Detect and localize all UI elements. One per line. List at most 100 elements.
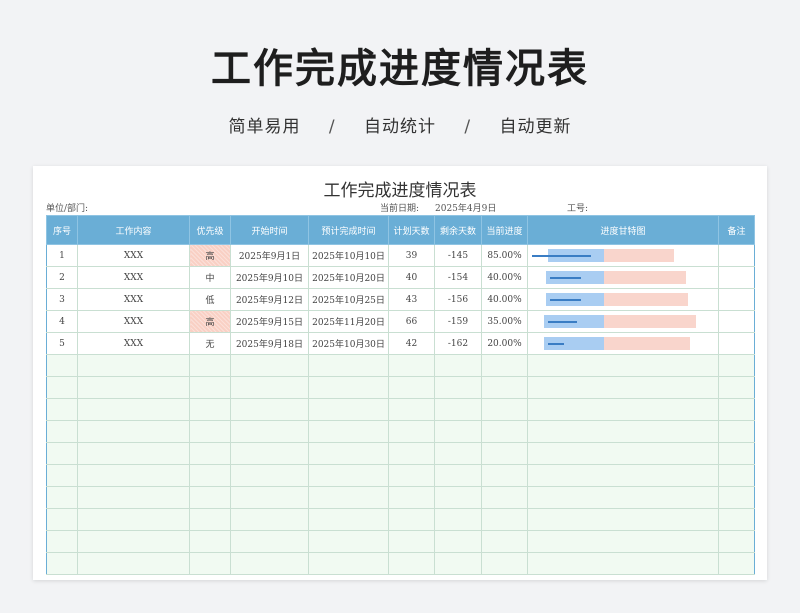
empty-cell[interactable] [388, 398, 435, 421]
cell-priority[interactable]: 高 [189, 244, 231, 267]
empty-cell[interactable] [230, 420, 309, 443]
empty-cell[interactable] [189, 508, 231, 531]
empty-cell[interactable] [77, 420, 190, 443]
empty-cell[interactable] [189, 420, 231, 443]
empty-cell[interactable] [46, 486, 78, 509]
header-gantt[interactable]: 进度甘特图 [527, 215, 719, 245]
empty-cell[interactable] [481, 354, 528, 377]
cell-plan-days[interactable]: 42 [388, 332, 435, 355]
empty-cell[interactable] [434, 486, 482, 509]
empty-cell[interactable] [189, 398, 231, 421]
cell-progress[interactable]: 85.00% [481, 244, 528, 267]
empty-cell[interactable] [189, 552, 231, 575]
empty-cell[interactable] [46, 420, 78, 443]
empty-cell[interactable] [718, 442, 755, 465]
empty-cell[interactable] [46, 398, 78, 421]
cell-notes[interactable] [718, 332, 755, 355]
cell-start[interactable]: 2025年9月1日 [230, 244, 309, 267]
empty-cell[interactable] [46, 354, 78, 377]
header-notes[interactable]: 备注 [718, 215, 755, 245]
empty-cell[interactable] [46, 376, 78, 399]
empty-cell[interactable] [481, 420, 528, 443]
cell-no[interactable]: 1 [46, 244, 78, 267]
cell-end[interactable]: 2025年10月20日 [308, 266, 389, 289]
empty-cell[interactable] [527, 354, 719, 377]
cell-end[interactable]: 2025年10月10日 [308, 244, 389, 267]
empty-cell[interactable] [481, 508, 528, 531]
empty-cell[interactable] [46, 552, 78, 575]
empty-cell[interactable] [308, 420, 389, 443]
empty-cell[interactable] [527, 508, 719, 531]
empty-cell[interactable] [718, 464, 755, 487]
empty-cell[interactable] [434, 398, 482, 421]
empty-cell[interactable] [388, 376, 435, 399]
cell-progress[interactable]: 35.00% [481, 310, 528, 333]
cell-progress[interactable]: 40.00% [481, 266, 528, 289]
cell-content[interactable]: XXX [77, 266, 190, 289]
cell-end[interactable]: 2025年11月20日 [308, 310, 389, 333]
cell-remain-days[interactable]: -162 [434, 332, 482, 355]
empty-cell[interactable] [77, 486, 190, 509]
empty-cell[interactable] [527, 486, 719, 509]
cell-content[interactable]: XXX [77, 332, 190, 355]
header-no[interactable]: 序号 [46, 215, 78, 245]
empty-cell[interactable] [481, 530, 528, 553]
cell-plan-days[interactable]: 39 [388, 244, 435, 267]
empty-cell[interactable] [481, 464, 528, 487]
cell-notes[interactable] [718, 244, 755, 267]
cell-remain-days[interactable]: -156 [434, 288, 482, 311]
empty-cell[interactable] [388, 530, 435, 553]
header-remain-days[interactable]: 剩余天数 [434, 215, 482, 245]
empty-cell[interactable] [77, 508, 190, 531]
empty-cell[interactable] [434, 420, 482, 443]
empty-cell[interactable] [230, 508, 309, 531]
empty-cell[interactable] [388, 442, 435, 465]
empty-cell[interactable] [77, 552, 190, 575]
empty-cell[interactable] [189, 464, 231, 487]
header-content[interactable]: 工作内容 [77, 215, 190, 245]
empty-cell[interactable] [46, 464, 78, 487]
empty-cell[interactable] [230, 442, 309, 465]
empty-cell[interactable] [308, 376, 389, 399]
header-plan-days[interactable]: 计划天数 [388, 215, 435, 245]
empty-cell[interactable] [527, 552, 719, 575]
cell-remain-days[interactable]: -145 [434, 244, 482, 267]
cell-notes[interactable] [718, 266, 755, 289]
empty-cell[interactable] [718, 398, 755, 421]
header-priority[interactable]: 优先级 [189, 215, 231, 245]
header-end[interactable]: 预计完成时间 [308, 215, 389, 245]
cell-content[interactable]: XXX [77, 244, 190, 267]
cell-start[interactable]: 2025年9月18日 [230, 332, 309, 355]
empty-cell[interactable] [77, 398, 190, 421]
empty-cell[interactable] [718, 376, 755, 399]
empty-cell[interactable] [527, 398, 719, 421]
empty-cell[interactable] [308, 486, 389, 509]
cell-plan-days[interactable]: 66 [388, 310, 435, 333]
empty-cell[interactable] [230, 464, 309, 487]
cell-priority[interactable]: 低 [189, 288, 231, 311]
empty-cell[interactable] [388, 354, 435, 377]
cell-notes[interactable] [718, 288, 755, 311]
empty-cell[interactable] [434, 464, 482, 487]
cell-remain-days[interactable]: -159 [434, 310, 482, 333]
cell-end[interactable]: 2025年10月30日 [308, 332, 389, 355]
cell-content[interactable]: XXX [77, 310, 190, 333]
empty-cell[interactable] [527, 376, 719, 399]
empty-cell[interactable] [481, 398, 528, 421]
empty-cell[interactable] [527, 442, 719, 465]
header-progress[interactable]: 当前进度 [481, 215, 528, 245]
cell-no[interactable]: 2 [46, 266, 78, 289]
cell-priority[interactable]: 高 [189, 310, 231, 333]
empty-cell[interactable] [77, 354, 190, 377]
empty-cell[interactable] [481, 376, 528, 399]
empty-cell[interactable] [718, 508, 755, 531]
empty-cell[interactable] [527, 420, 719, 443]
cell-plan-days[interactable]: 43 [388, 288, 435, 311]
empty-cell[interactable] [308, 552, 389, 575]
cell-end[interactable]: 2025年10月25日 [308, 288, 389, 311]
empty-cell[interactable] [481, 552, 528, 575]
cell-no[interactable]: 5 [46, 332, 78, 355]
cell-start[interactable]: 2025年9月10日 [230, 266, 309, 289]
empty-cell[interactable] [46, 508, 78, 531]
empty-cell[interactable] [230, 552, 309, 575]
